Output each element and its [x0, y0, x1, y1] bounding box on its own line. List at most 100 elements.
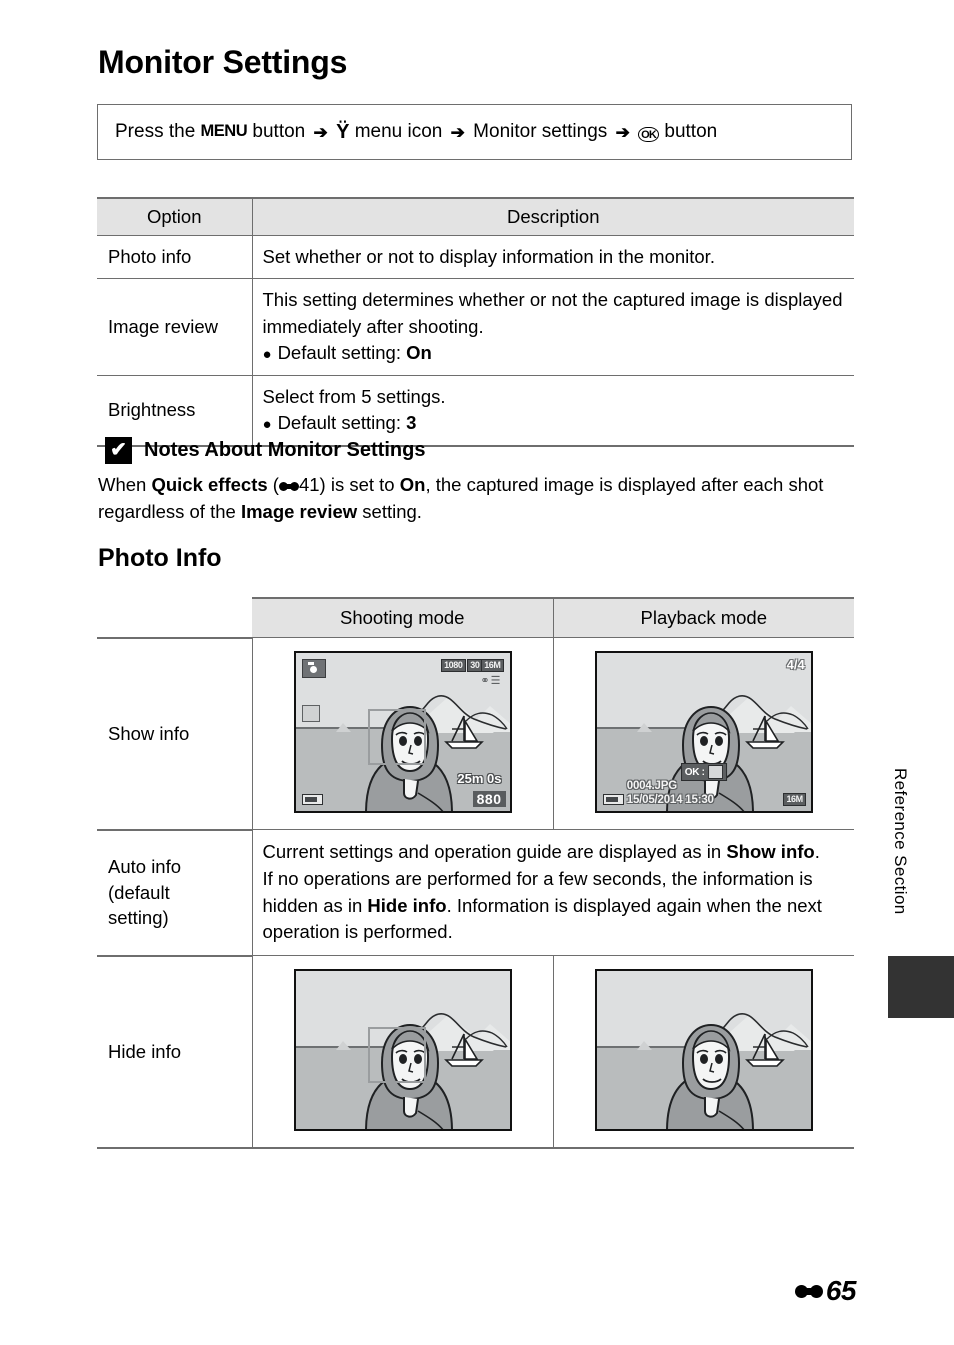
desc-line: This setting determines whether or not t…: [262, 289, 760, 311]
auto-info-text: .: [814, 841, 820, 862]
lcd-hide-info-playback-cell: [553, 955, 854, 1150]
photo-info-table: Shooting mode Playback mode Show info 10…: [97, 597, 854, 1150]
notes-title: Notes About Monitor Settings: [144, 439, 426, 461]
bullet-value: 3: [406, 412, 417, 434]
auto-info-description: Current settings and operation guide are…: [252, 828, 854, 957]
lcd-show-info-shooting-cell: 1080 30 16M ⚭☰ 25m 0s 880: [252, 637, 554, 830]
af-focus-frame: [367, 709, 426, 765]
movie-quality-icon: 1080: [441, 659, 466, 672]
option-name-brightness: Brightness: [97, 375, 253, 447]
macro-vr-icons: ⚭☰: [480, 675, 502, 687]
note-text: When: [98, 474, 152, 495]
row-label-hide-info: Hide info: [97, 954, 253, 1150]
desc-line: Select from 5 settings.: [262, 385, 446, 407]
auto-info-bold-show-info: Show info: [726, 841, 815, 862]
menu-path-ok-button-word: button: [664, 120, 718, 142]
column-header-playback-mode: Playback mode: [553, 597, 854, 638]
arrow-right-icon: ➔: [313, 122, 328, 142]
row-label-line: setting): [108, 907, 169, 929]
row-label-line: (default: [108, 881, 170, 903]
option-name-image-review: Image review: [97, 278, 253, 376]
af-focus-frame: [367, 1027, 426, 1084]
lcd-show-info-playback-cell: 4/4 0004.JPG 15/05/2014 15:30 OK : 16M: [553, 637, 854, 830]
menu-button-icon: MENU: [200, 121, 248, 140]
note-text: (: [267, 474, 279, 495]
menu-path-press-label: Press the: [115, 120, 196, 142]
notes-body: When Quick effects (41) is set to On, th…: [98, 471, 854, 525]
table-row: Image review This setting determines whe…: [97, 278, 854, 376]
menu-path-button-word: button: [252, 120, 306, 142]
option-description-brightness: Select from 5 settings. ● Default setting…: [252, 375, 854, 447]
arrow-right-icon-3: ➔: [615, 122, 630, 142]
bullet-dot: ●: [262, 416, 272, 434]
lcd-hide-info-shooting: [293, 969, 512, 1132]
scene-auto-icon: [301, 659, 326, 678]
table-row: Photo info Set whether or not to display…: [97, 235, 854, 280]
battery-icon: [301, 794, 323, 805]
menu-icon-label: menu icon: [354, 120, 443, 142]
desc-line: Set whether or not to display informatio…: [262, 246, 715, 267]
wrench-icon: Ÿ: [336, 120, 350, 143]
note-reference-page: 41: [298, 474, 320, 495]
menu-path-text: Press the MENU button ➔ Ÿ menu icon ➔ Mo…: [98, 121, 717, 144]
arrow-right-icon-2: ➔: [450, 122, 465, 142]
note-bold-on: On: [399, 474, 426, 495]
ok-guide-label: OK :: [684, 766, 705, 778]
option-name-photo-info: Photo info: [97, 235, 253, 280]
bullet-dot: ●: [262, 346, 272, 364]
frame-counter: 4/4: [786, 657, 805, 672]
option-description-image-review: This setting determines whether or not t…: [252, 278, 854, 376]
recording-time-remaining: 25m 0s: [457, 771, 502, 786]
column-header-blank: [97, 598, 252, 638]
side-tab-label: Reference Section: [891, 768, 910, 915]
options-table: Option Description Photo info Set whethe…: [97, 197, 854, 447]
table-row: Auto info (default setting) Current sett…: [97, 828, 854, 957]
note-text: ) is set to: [319, 474, 400, 495]
lcd-hide-info-shooting-cell: [252, 955, 554, 1150]
menu-path-target: Monitor settings: [473, 120, 608, 142]
bullet-text: Default setting:: [277, 342, 407, 364]
menu-path-box: Press the MENU button ➔ Ÿ menu icon ➔ Mo…: [97, 104, 852, 160]
caution-icon: ✔: [105, 437, 132, 464]
ok-operation-guide: OK :: [680, 763, 727, 781]
page-number: 65: [825, 1275, 857, 1306]
quick-effects-icon: [707, 765, 723, 779]
section-heading-photo-info: Photo Info: [98, 544, 222, 572]
image-size-icon: 16M: [481, 659, 504, 672]
desc-bullet: ● Default setting: 3: [263, 410, 845, 436]
option-description-photo-info: Set whether or not to display informatio…: [252, 235, 854, 280]
lcd-hide-info-playback: [594, 969, 813, 1132]
reference-section-symbol-icon: [794, 1283, 823, 1300]
row-label-line: Auto info: [108, 856, 182, 878]
note-bold-image-review: Image review: [240, 501, 358, 522]
row-label-auto-info: Auto info (default setting): [97, 828, 253, 957]
image-size-icon: 16M: [783, 793, 806, 806]
lcd-show-info-playback: 4/4 0004.JPG 15/05/2014 15:30 OK : 16M: [594, 651, 813, 813]
person-illustration: [665, 1024, 754, 1130]
page-title: Monitor Settings: [98, 44, 348, 80]
table-row: Show info 1080 30 16M ⚭☰ 25m 0s 880 4/4 …: [97, 636, 854, 830]
auto-info-bold-hide-info: Hide info: [367, 894, 447, 916]
image-filename: 0004.JPG: [626, 780, 677, 792]
note-text: setting.: [357, 501, 422, 522]
side-tab-marker: [888, 956, 954, 1018]
reference-section-symbol-icon: [278, 480, 299, 492]
row-label-show-info: Show info: [97, 636, 253, 830]
column-header-option: Option: [97, 197, 253, 236]
table-header-row: Option Description: [97, 197, 854, 236]
column-header-shooting-mode: Shooting mode: [252, 597, 554, 638]
notes-heading: ✔ Notes About Monitor Settings: [105, 437, 425, 464]
auto-info-text: Current settings and operation guide are…: [262, 841, 727, 862]
table-header-row: Shooting mode Playback mode: [97, 597, 854, 638]
page-footer: 65: [794, 1275, 857, 1307]
table-row: Brightness Select from 5 settings. ● Defa…: [97, 375, 854, 447]
desc-bullet: ● Default setting: On: [263, 340, 845, 366]
bullet-text: Default setting:: [277, 412, 407, 434]
column-header-description: Description: [252, 197, 854, 236]
shots-remaining: 880: [472, 791, 506, 807]
ok-button-icon: OK: [638, 126, 660, 142]
battery-icon: [602, 794, 624, 805]
table-row: Hide info: [97, 954, 854, 1150]
note-bold-quick-effects: Quick effects: [151, 474, 268, 495]
quick-effects-icon: [301, 705, 320, 722]
